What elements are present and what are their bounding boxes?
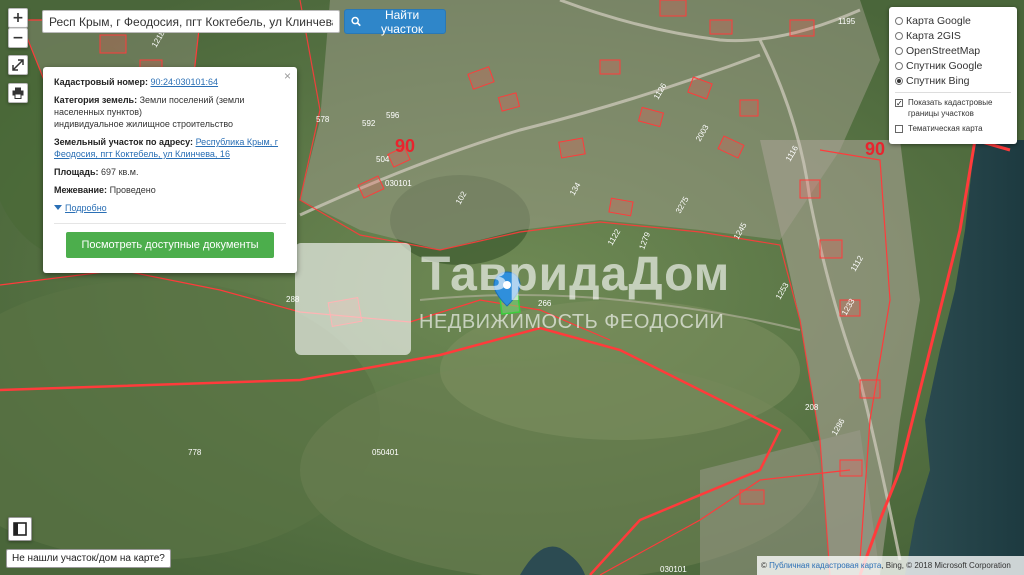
parcel-label: 504 [376, 155, 390, 164]
parcel [709, 19, 733, 35]
thematic-map-checkbox[interactable]: Тематическая карта [895, 123, 1011, 134]
parcel-label: 288 [286, 295, 300, 304]
zoom-in-button[interactable]: + [8, 8, 28, 28]
layer-option-label: Спутник Bing [906, 74, 970, 87]
plus-icon: + [12, 10, 24, 26]
attribution: © Публичная кадастровая карта , Bing, © … [757, 556, 1024, 575]
layer-option-label: Спутник Google [906, 59, 983, 72]
radio-icon [895, 31, 903, 40]
parcel-label: 578 [316, 115, 330, 124]
terrain-patch [440, 300, 800, 440]
view-documents-button[interactable]: Посмотреть доступные документы [66, 232, 274, 258]
legend-icon [13, 522, 27, 536]
cadastral-row: Кадастровый номер: 90:24:030101:64 [54, 76, 286, 88]
more-details-toggle[interactable]: Подробно [54, 202, 286, 214]
area-value: 697 кв.м. [101, 167, 139, 177]
copyright-symbol: © [761, 561, 767, 570]
expand-icon [12, 59, 24, 71]
address-row: Земельный участок по адресу: Республика … [54, 136, 286, 160]
parcel-label: 1195 [838, 17, 856, 26]
survey-label: Межевание: [54, 185, 108, 195]
parcel-label: 266 [538, 299, 552, 308]
zoom-out-button[interactable]: − [8, 28, 28, 48]
parcel-label: 596 [386, 111, 400, 120]
parcel [799, 179, 821, 199]
survey-row: Межевание: Проведено [54, 184, 286, 196]
layer-option-2gis[interactable]: Карта 2GIS [895, 28, 1011, 43]
parcel [739, 99, 759, 117]
show-boundaries-checkbox[interactable]: ✓ Показать кадастровые границы участков [895, 97, 1011, 119]
search-icon [351, 16, 361, 27]
block-label: 050401 [372, 448, 399, 457]
layer-option-google-satellite[interactable]: Спутник Google [895, 58, 1011, 73]
parcel-info-popup: × Кадастровый номер: 90:24:030101:64 Кат… [43, 67, 297, 273]
area-label: Площадь: [54, 167, 99, 177]
parcel [99, 34, 127, 54]
close-icon[interactable]: × [284, 70, 291, 82]
more-details-link: Подробно [65, 203, 107, 213]
search-button[interactable]: Найти участок [344, 7, 446, 36]
search-button-label: Найти участок [380, 7, 424, 36]
block-label: 030101 [660, 565, 687, 574]
radio-selected-icon [895, 76, 903, 85]
layer-option-label: Карта 2GIS [906, 29, 961, 42]
show-boundaries-label: Показать кадастровые границы участков [908, 98, 993, 118]
parcel [789, 19, 815, 37]
parcel [327, 296, 363, 328]
caret-down-icon [54, 205, 62, 210]
parcel [819, 239, 843, 259]
radio-icon [895, 16, 903, 25]
attribution-link[interactable]: Публичная кадастровая карта [769, 561, 881, 570]
parcel [739, 489, 765, 505]
layer-option-osm[interactable]: OpenStreetMap [895, 43, 1011, 58]
checkbox-checked-icon: ✓ [895, 99, 903, 108]
area-row: Площадь: 697 кв.м. [54, 166, 286, 178]
fullscreen-button[interactable] [8, 55, 28, 75]
layer-switcher: Карта Google Карта 2GIS OpenStreetMap Сп… [889, 7, 1017, 144]
radio-icon [895, 46, 903, 55]
parcel [859, 379, 881, 399]
print-button[interactable] [8, 83, 28, 103]
parcel-label: 208 [805, 403, 819, 412]
parcel [839, 459, 863, 477]
layer-option-label: OpenStreetMap [906, 44, 981, 57]
checkbox-icon [895, 125, 903, 133]
parcel [599, 59, 621, 75]
quarter-label: 90 [865, 139, 885, 159]
attribution-text: , Bing, © 2018 Microsoft Corporation [881, 561, 1011, 570]
parcel-label: 592 [362, 119, 376, 128]
permitted-use: индивидуальное жилищное строительство [54, 119, 234, 129]
radio-icon [895, 61, 903, 70]
not-found-button[interactable]: Не нашли участок/дом на карте? [6, 549, 171, 568]
minus-icon: − [12, 30, 24, 46]
legend-button[interactable] [8, 517, 32, 541]
address-label: Земельный участок по адресу: [54, 137, 194, 147]
print-icon [12, 87, 24, 99]
category-row: Категория земель: Земли поселений (земли… [54, 94, 286, 130]
parcel-label: 778 [188, 448, 202, 457]
cadastral-number-link[interactable]: 90:24:030101:64 [150, 77, 218, 87]
search-input[interactable] [42, 10, 340, 33]
layer-option-label: Карта Google [906, 14, 971, 27]
divider [895, 92, 1011, 93]
block-label: 030101 [385, 179, 412, 188]
survey-value: Проведено [109, 185, 156, 195]
parcel [659, 0, 687, 17]
divider [54, 223, 286, 224]
category-label: Категория земель: [54, 95, 138, 105]
parcel [558, 137, 586, 159]
thematic-map-label: Тематическая карта [908, 124, 983, 133]
layer-option-google-map[interactable]: Карта Google [895, 13, 1011, 28]
layer-option-bing-satellite[interactable]: Спутник Bing [895, 73, 1011, 88]
quarter-label: 90 [395, 136, 415, 156]
cadastral-label: Кадастровый номер: [54, 77, 148, 87]
